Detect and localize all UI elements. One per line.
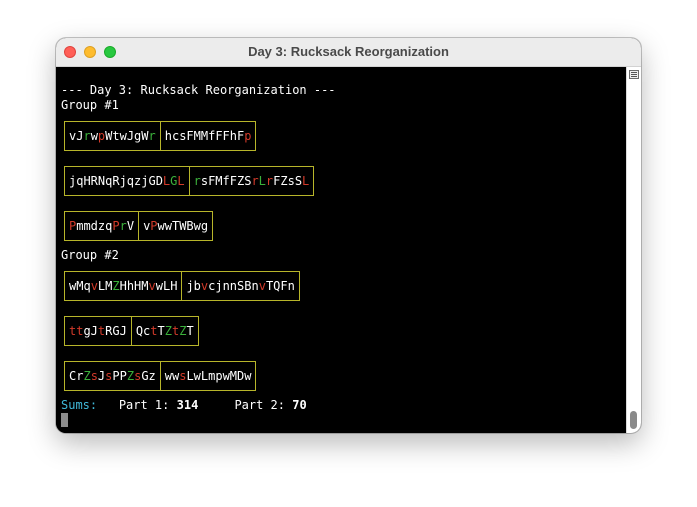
- part1-label: Part 1:: [118, 398, 170, 412]
- item-segment: gJ: [83, 324, 98, 338]
- group-label: Group #1: [61, 98, 119, 112]
- item-segment: r: [251, 174, 259, 188]
- sums-label: Sums:: [61, 398, 98, 412]
- window-title: Day 3: Rucksack Reorganization: [248, 44, 449, 59]
- compartment-right: hcsFMMfFFhFp: [159, 122, 256, 150]
- compartment-left: wMqvLMZHhHMvwLH: [65, 272, 181, 300]
- item-segment: V: [126, 219, 135, 233]
- item-segment: T: [186, 324, 194, 338]
- item-segment: FZsS: [273, 174, 303, 188]
- compartment-left: vJrwpWtwJgWr: [65, 122, 160, 150]
- item-segment: LwLmpwMDw: [186, 369, 252, 383]
- item-segment: Qc: [135, 324, 151, 338]
- item-segment: Z: [126, 369, 135, 383]
- item-segment: vJ: [69, 129, 84, 143]
- item-segment: P: [150, 219, 158, 233]
- sums-line: Sums: Part 1: 314 Part 2: 70: [61, 398, 307, 413]
- item-segment: cjnnSBn: [208, 279, 259, 293]
- item-segment: Z: [164, 324, 172, 338]
- item-segment: HhHM: [119, 279, 149, 293]
- item-segment: WtwJgW: [105, 129, 149, 143]
- title-bar: Day 3: Rucksack Reorganization: [56, 38, 641, 67]
- group-label: Group #2: [61, 248, 119, 262]
- item-segment: L: [258, 174, 266, 188]
- scrollbar-thumb[interactable]: [630, 411, 637, 429]
- part2-label: Part 2:: [234, 398, 286, 412]
- item-segment: p: [244, 129, 252, 143]
- page-title: --- Day 3: Rucksack Reorganization ---: [61, 83, 336, 97]
- compartment-left: jqHRNqRjqzjGDLGL: [65, 167, 189, 195]
- rucksack-row: ttgJtRGJ QctTZtZT: [64, 316, 199, 346]
- item-segment: r: [119, 219, 127, 233]
- item-segment: L: [177, 174, 185, 188]
- item-segment: T: [157, 324, 165, 338]
- item-segment: t: [150, 324, 158, 338]
- item-segment: Z: [112, 279, 120, 293]
- item-segment: wwTWBwg: [157, 219, 209, 233]
- item-segment: Z: [83, 369, 91, 383]
- rucksack-row: CrZsJsPPZsGz wwsLwLmpwMDw: [64, 361, 257, 391]
- item-segment: w: [90, 129, 98, 143]
- part1-value: 314: [176, 398, 199, 412]
- item-segment: PP: [112, 369, 127, 383]
- item-segment: RGJ: [105, 324, 127, 338]
- item-segment: wMq: [69, 279, 91, 293]
- terminal-output[interactable]: --- Day 3: Rucksack Reorganization --- G…: [56, 67, 626, 433]
- item-segment: hcsFMMfFFhF: [164, 129, 245, 143]
- rucksack-row: wMqvLMZHhHMvwLH jbvcjnnSBnvTQFn: [64, 271, 300, 301]
- item-segment: tt: [69, 324, 84, 338]
- terminal-cursor: [61, 413, 68, 427]
- item-segment: r: [83, 129, 91, 143]
- compartment-right: vPwwTWBwg: [138, 212, 212, 240]
- item-segment: r: [148, 129, 156, 143]
- rucksack-row: vJrwpWtwJgWr hcsFMMfFFhFp: [64, 121, 257, 151]
- item-segment: mmdzq: [76, 219, 113, 233]
- item-segment: v: [258, 279, 266, 293]
- compartment-right: jbvcjnnSBnvTQFn: [181, 272, 298, 300]
- compartment-right: rsFMfFZSrLrFZsSL: [188, 167, 314, 195]
- item-segment: jb: [186, 279, 201, 293]
- rucksack-row: PmmdzqPrV vPwwTWBwg: [64, 211, 214, 241]
- item-segment: r: [193, 174, 201, 188]
- item-segment: wLH: [155, 279, 178, 293]
- compartment-right: QctTZtZT: [130, 317, 198, 345]
- compartment-left: ttgJtRGJ: [65, 317, 131, 345]
- scrollbar-menu-icon[interactable]: [629, 70, 639, 79]
- compartment-left: CrZsJsPPZsGz: [65, 362, 160, 390]
- part2-value: 70: [292, 398, 307, 412]
- item-segment: s: [90, 369, 98, 383]
- item-segment: LM: [97, 279, 113, 293]
- item-segment: Gz: [141, 369, 156, 383]
- item-segment: v: [148, 279, 156, 293]
- item-segment: ww: [164, 369, 180, 383]
- compartment-right: wwsLwLmpwMDw: [159, 362, 256, 390]
- item-segment: P: [112, 219, 120, 233]
- terminal-window: Day 3: Rucksack Reorganization --- Day 3…: [56, 38, 641, 433]
- vertical-scrollbar[interactable]: [626, 67, 641, 433]
- item-segment: Cr: [69, 369, 84, 383]
- item-segment: jqHRNqRjqzjGD: [69, 174, 163, 188]
- rucksack-row: jqHRNqRjqzjGDLGL rsFMfFZSrLrFZsSL: [64, 166, 315, 196]
- compartment-left: PmmdzqPrV: [65, 212, 138, 240]
- item-segment: sFMfFZS: [200, 174, 252, 188]
- item-segment: TQFn: [265, 279, 295, 293]
- item-segment: v: [90, 279, 98, 293]
- item-segment: L: [302, 174, 310, 188]
